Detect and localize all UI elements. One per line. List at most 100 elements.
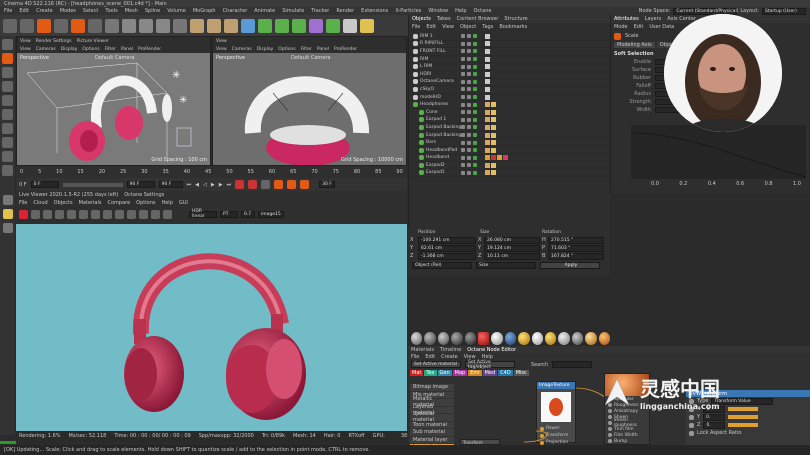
object-row[interactable]: Cone — [409, 109, 610, 117]
save-icon[interactable] — [163, 209, 172, 219]
subsample-icon[interactable] — [127, 209, 136, 219]
node-list-item[interactable]: Image texture — [410, 444, 454, 445]
material-ball[interactable] — [585, 331, 597, 345]
undo-icon[interactable] — [3, 18, 17, 33]
edges-mode-icon[interactable] — [2, 95, 13, 106]
tab-structure[interactable]: Structure — [504, 16, 527, 22]
end-frame-field[interactable]: 90 F — [126, 181, 155, 188]
object-row[interactable]: Earpad Backing — [409, 124, 610, 132]
lv-menu-materials[interactable]: Materials — [79, 200, 102, 206]
octane-tool-icon[interactable] — [2, 195, 13, 205]
visibility-dots[interactable] — [461, 64, 477, 69]
model-mode-icon[interactable] — [2, 53, 13, 64]
port-icon[interactable] — [608, 421, 612, 425]
tab-objects[interactable]: Objects — [412, 16, 431, 22]
x-axis-icon[interactable] — [122, 18, 136, 33]
tab-content-browser[interactable]: Content Browser — [457, 16, 499, 22]
object-row[interactable]: Bars — [409, 139, 610, 147]
material-ball[interactable] — [531, 331, 544, 345]
range-slider[interactable] — [62, 182, 123, 187]
last-frame-icon[interactable]: ⏭ — [227, 182, 232, 188]
object-row[interactable]: modelHD — [409, 94, 610, 102]
coordinate-system-icon[interactable] — [173, 18, 187, 33]
prop-slider[interactable] — [728, 415, 759, 419]
node-list-item[interactable]: Sub material — [410, 429, 454, 437]
gamma-field[interactable]: 0.7 — [241, 210, 255, 218]
polygons-mode-icon[interactable] — [2, 109, 13, 120]
visibility-dots[interactable] — [461, 170, 477, 175]
object-tags[interactable] — [485, 132, 496, 138]
menu-mograph[interactable]: MoGraph — [193, 8, 216, 14]
pause-icon[interactable] — [43, 209, 52, 219]
tab-modeling-axis[interactable]: Modeling Axis — [614, 42, 655, 48]
object-row[interactable]: cSkyO — [409, 86, 610, 94]
lv-menu-gui[interactable]: GUI — [179, 200, 188, 206]
material-ball[interactable] — [411, 331, 423, 345]
object-tags[interactable] — [485, 140, 496, 146]
material-ball[interactable] — [491, 331, 503, 345]
object-tags[interactable] — [485, 117, 496, 123]
keyframe-icon[interactable] — [261, 180, 271, 189]
menu-spline[interactable]: Spline — [145, 8, 160, 14]
vp2-menu-view[interactable]: View — [216, 47, 227, 52]
vp-menu-panel[interactable]: Panel — [121, 47, 133, 52]
menu-animate[interactable]: Animate — [254, 8, 275, 14]
transform-node[interactable]: Transform — [460, 439, 500, 445]
visibility-dots[interactable] — [461, 49, 477, 54]
workplane-icon[interactable] — [2, 137, 13, 148]
visibility-dots[interactable] — [461, 148, 477, 153]
menu-render[interactable]: Render — [336, 8, 354, 14]
object-tags[interactable] — [485, 109, 496, 115]
coord-size-select[interactable]: Size — [476, 262, 536, 269]
prop-value-field[interactable]: 0. — [703, 413, 726, 421]
object-row[interactable]: OctaneCamera — [409, 79, 610, 87]
size-field[interactable]: 26.080 cm — [484, 236, 540, 244]
render-view-icon[interactable] — [190, 18, 204, 33]
tab-attributes[interactable]: Attributes — [614, 16, 639, 22]
focus-icon[interactable] — [103, 209, 112, 219]
menu-window[interactable]: Window — [428, 8, 448, 14]
object-tags[interactable] — [485, 94, 490, 100]
menu-mesh[interactable]: Mesh — [125, 8, 138, 14]
menu-help[interactable]: Help — [455, 8, 466, 14]
vp2-menu-prorender[interactable]: ProRender — [334, 47, 357, 52]
object-tags[interactable] — [485, 48, 490, 54]
object-tags[interactable] — [485, 64, 490, 70]
stop-icon[interactable] — [55, 209, 64, 219]
category-mat[interactable]: Mat — [410, 370, 424, 376]
menu-character[interactable]: Character — [223, 8, 248, 14]
port-icon[interactable] — [608, 415, 612, 419]
visibility-dots[interactable] — [461, 110, 477, 115]
y-axis-icon[interactable] — [139, 18, 153, 33]
object-row[interactable]: Earpad 1 — [409, 117, 610, 125]
render-picture-viewer-icon[interactable] — [207, 18, 221, 33]
record-icon[interactable] — [235, 180, 245, 189]
obj-menu-file[interactable]: File — [412, 24, 420, 30]
locked-workplane-icon[interactable] — [2, 151, 13, 162]
live-selection-icon[interactable] — [37, 18, 51, 33]
attr-menu-edit[interactable]: Edit — [634, 24, 644, 30]
tab-layers[interactable]: Layers — [645, 16, 662, 22]
param-key-icon[interactable] — [300, 180, 310, 189]
snap-icon[interactable] — [2, 123, 13, 134]
visibility-dots[interactable] — [461, 117, 477, 122]
cube-icon[interactable] — [241, 18, 255, 33]
object-row[interactable]: RIM 1 — [409, 33, 610, 41]
object-tags[interactable] — [485, 41, 490, 47]
vp2-menu-options[interactable]: Options — [278, 47, 295, 52]
material-ball[interactable] — [518, 331, 530, 345]
move-icon[interactable] — [54, 18, 68, 33]
points-mode-icon[interactable] — [2, 81, 13, 92]
play-back-icon[interactable]: ◁ — [203, 182, 207, 188]
rotation-field[interactable]: 71.603 ° — [548, 244, 604, 252]
obj-menu-edit[interactable]: Edit — [426, 24, 436, 30]
position-field[interactable]: -1.368 cm — [418, 252, 476, 260]
size-field[interactable]: 10.11 cm — [484, 252, 540, 260]
tab-view-2[interactable]: View — [216, 39, 227, 44]
checkbox-lock[interactable] — [689, 430, 694, 436]
object-tags[interactable] — [485, 102, 496, 108]
send-scene-icon[interactable] — [19, 209, 28, 219]
lv-menu-cloud[interactable]: Cloud — [33, 200, 47, 206]
scale-icon[interactable] — [71, 18, 85, 33]
material-ball[interactable] — [437, 331, 450, 345]
